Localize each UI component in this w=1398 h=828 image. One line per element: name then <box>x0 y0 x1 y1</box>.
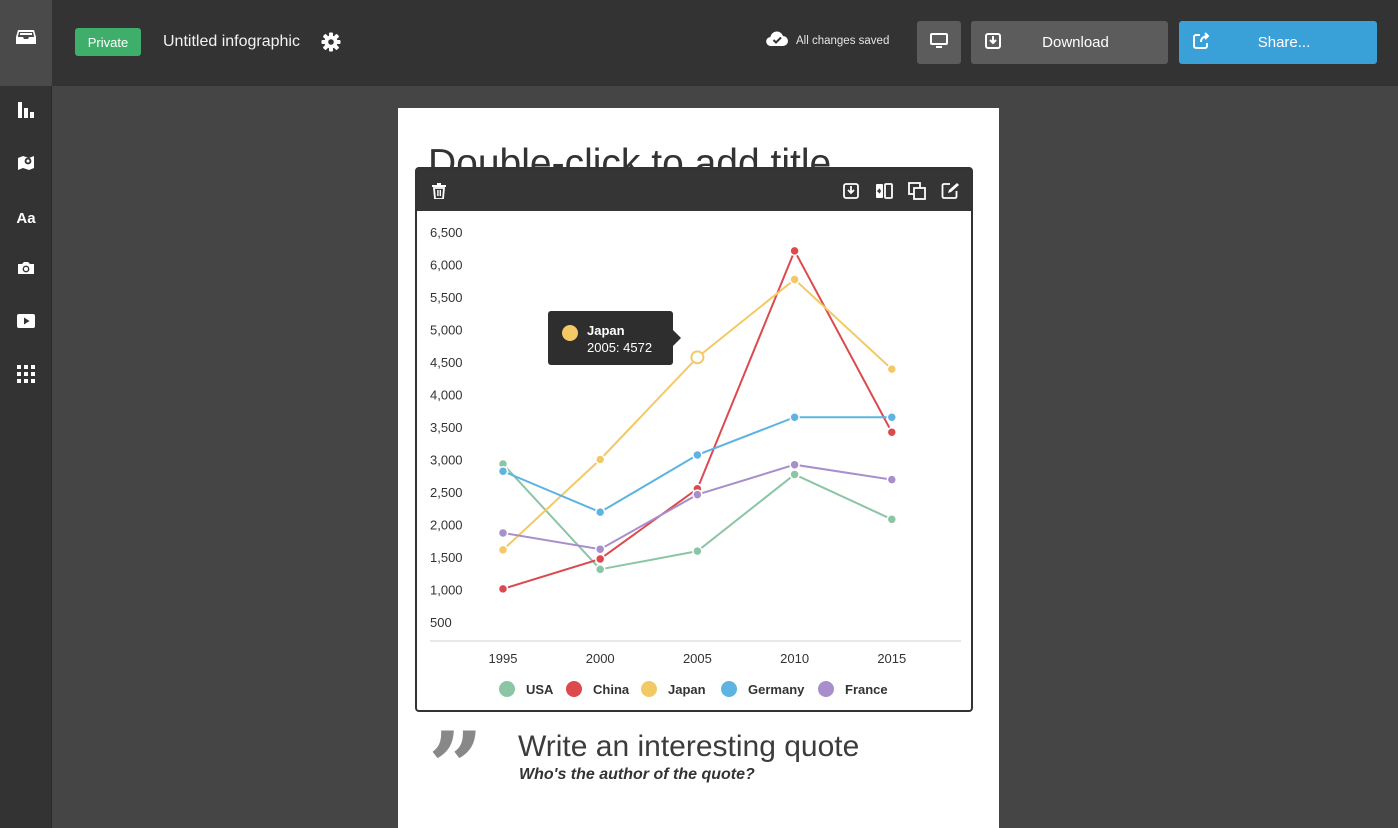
download-icon[interactable] <box>841 181 861 201</box>
top-bar: Private Untitled infographic All changes… <box>52 0 1398 86</box>
charts-tool-button[interactable] <box>0 92 52 132</box>
y-tick-label: 2,000 <box>430 518 463 533</box>
legend-swatch <box>721 681 737 697</box>
data-point <box>789 274 800 285</box>
download-button[interactable]: Download <box>971 21 1168 64</box>
legend-label: China <box>593 682 630 697</box>
data-point <box>886 514 898 525</box>
data-point <box>692 545 703 557</box>
data-point <box>497 544 509 556</box>
text-tool-button[interactable]: Aa <box>0 198 52 238</box>
data-point <box>886 474 898 485</box>
download-icon <box>984 32 1002 54</box>
video-icon <box>17 313 35 334</box>
quote-author[interactable]: Who's the author of the quote? <box>519 766 755 784</box>
maps-tool-button[interactable] <box>0 145 52 185</box>
chart-tooltip: Japan 2005: 4572 <box>548 311 681 365</box>
legend-swatch <box>566 681 582 697</box>
legend-swatch <box>641 681 657 697</box>
tooltip-series-swatch <box>562 325 578 341</box>
widget-toolbar <box>417 169 971 211</box>
y-tick-label: 4,500 <box>430 355 463 370</box>
camera-icon <box>17 260 35 281</box>
data-point <box>497 527 509 539</box>
page-title[interactable]: Double-click to add title <box>428 140 831 168</box>
save-status: All changes saved <box>766 31 889 50</box>
legend-label: Japan <box>668 682 706 697</box>
data-point <box>886 412 898 423</box>
left-toolbar: Aa <box>0 0 52 828</box>
data-point <box>497 583 509 595</box>
y-tick-label: 5,500 <box>430 290 463 305</box>
photos-tool-button[interactable] <box>0 250 52 290</box>
inbox-icon <box>16 29 36 50</box>
x-tick-label: 2015 <box>877 651 906 666</box>
legend-label: France <box>845 682 888 697</box>
legend-swatch <box>818 681 834 697</box>
map-icon <box>17 154 35 177</box>
legend-label: Germany <box>748 682 805 697</box>
chart-widget[interactable]: 6,500 6,000 5,500 5,000 4,500 4,000 3,500 3,000… <box>415 167 973 712</box>
data-point <box>692 489 703 500</box>
share-icon <box>1192 32 1210 54</box>
monitor-icon <box>930 32 948 53</box>
y-tick-label: 2,500 <box>430 485 463 500</box>
tooltip-series-name: Japan <box>587 323 625 338</box>
series-line-china <box>502 248 893 590</box>
data-point <box>692 449 703 461</box>
duplicate-icon[interactable] <box>907 181 927 201</box>
data-point <box>594 506 606 518</box>
y-tick-label: 4,000 <box>430 388 463 403</box>
highlighted-point <box>690 350 705 365</box>
y-tick-label: 6,500 <box>430 225 463 240</box>
grid-icon <box>17 364 35 388</box>
y-tick-label: 500 <box>430 615 452 630</box>
data-point <box>886 426 898 438</box>
y-tick-label: 1,000 <box>430 583 463 598</box>
data-point <box>594 553 606 565</box>
data-point <box>594 454 606 465</box>
swap-icon[interactable] <box>874 181 894 201</box>
y-tick-label: 6,000 <box>430 258 463 273</box>
bar-chart-icon <box>17 101 35 124</box>
x-tick-label: 1995 <box>489 651 518 666</box>
data-point <box>789 412 800 423</box>
y-tick-label: 3,000 <box>430 453 463 468</box>
y-tick-label: 1,500 <box>430 550 463 565</box>
document-title[interactable]: Untitled infographic <box>163 33 300 51</box>
gear-icon[interactable] <box>320 31 342 53</box>
edit-icon[interactable] <box>940 181 960 201</box>
quote-mark-icon: ” <box>428 711 484 824</box>
y-tick-label: 3,500 <box>430 420 463 435</box>
x-tick-label: 2010 <box>780 651 809 666</box>
video-tool-button[interactable] <box>0 303 52 343</box>
cloud-check-icon <box>766 31 788 50</box>
save-status-text: All changes saved <box>796 34 890 47</box>
present-button[interactable] <box>917 21 961 64</box>
data-point <box>789 459 800 470</box>
series-line-france <box>502 463 892 551</box>
tooltip-value: 2005: 4572 <box>587 340 653 355</box>
legend-label: USA <box>526 682 554 697</box>
rail-home-button[interactable] <box>0 0 52 86</box>
y-tick-label: 5,000 <box>430 323 463 338</box>
x-tick-label: 2005 <box>683 651 712 666</box>
x-tick-label: 2000 <box>586 651 615 666</box>
elements-tool-button[interactable] <box>0 356 52 396</box>
data-point <box>594 543 606 555</box>
text-icon: Aa <box>16 209 36 227</box>
data-point <box>789 245 800 257</box>
data-point <box>789 469 800 480</box>
share-button[interactable]: Share... <box>1179 21 1377 64</box>
data-point <box>886 363 898 375</box>
legend-swatch <box>499 681 515 697</box>
line-chart[interactable]: 6,500 6,000 5,500 5,000 4,500 4,000 3,500 3,000… <box>417 211 971 710</box>
data-point <box>497 465 509 477</box>
data-point <box>594 564 606 575</box>
quote-text[interactable]: Write an interesting quote <box>518 730 859 764</box>
trash-icon[interactable] <box>429 181 449 201</box>
privacy-badge[interactable]: Private <box>75 28 141 56</box>
